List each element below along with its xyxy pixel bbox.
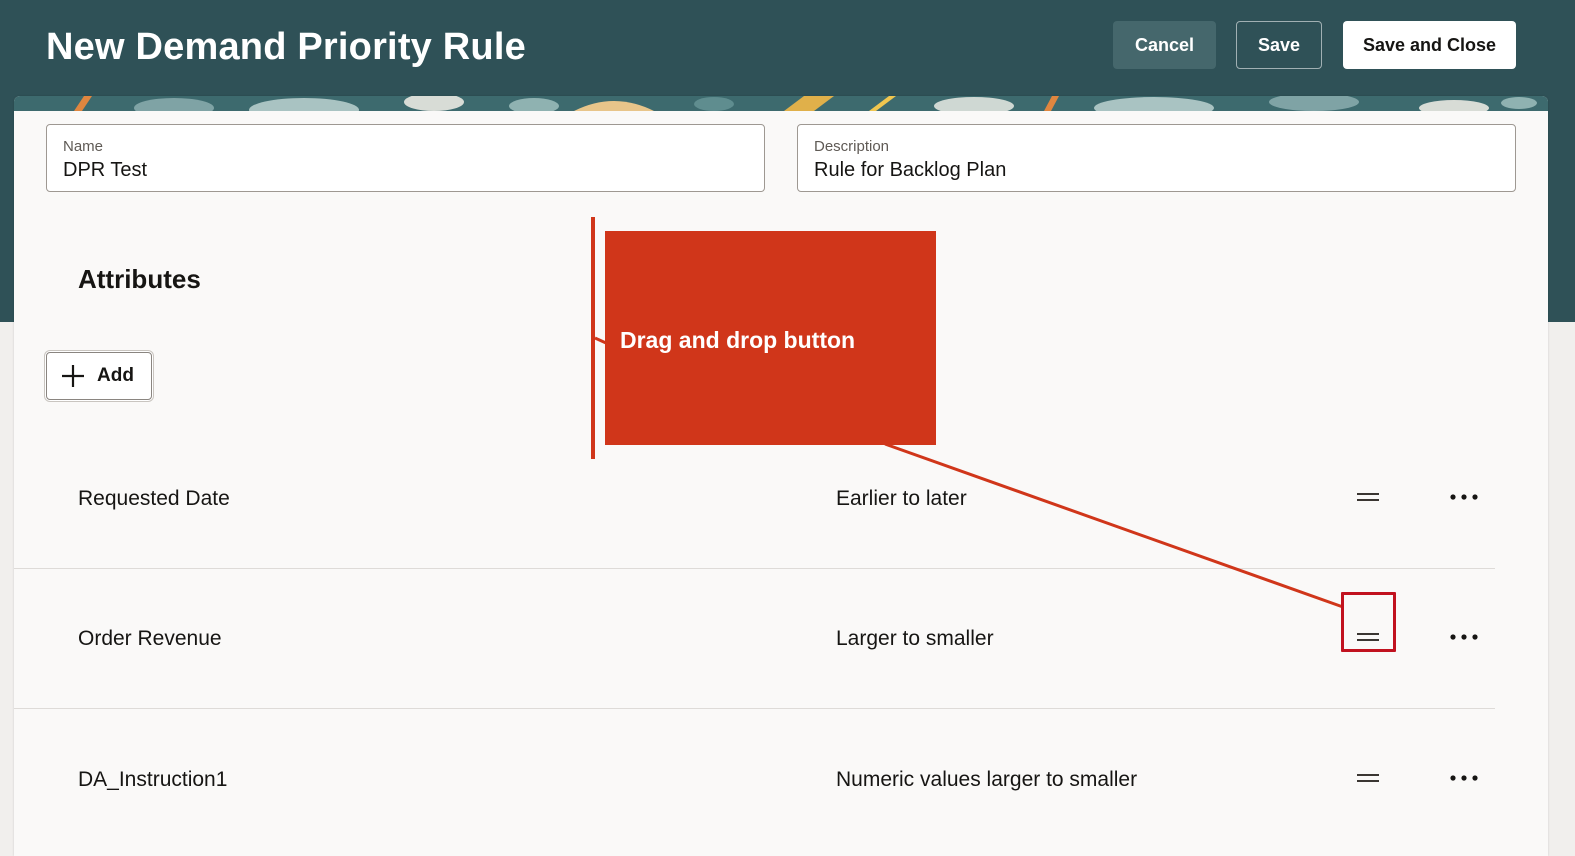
attribute-sort-order[interactable]: Larger to smaller xyxy=(836,627,994,651)
add-label: Add xyxy=(97,365,134,386)
rule-card: Name DPR Test Description Rule for Backl… xyxy=(14,96,1548,856)
decorative-banner xyxy=(14,96,1548,111)
drag-handle-icon[interactable] xyxy=(1352,483,1384,511)
name-input[interactable]: DPR Test xyxy=(63,159,147,182)
attributes-heading: Attributes xyxy=(78,264,201,294)
description-field[interactable]: Description Rule for Backlog Plan xyxy=(797,124,1516,192)
attribute-sort-order[interactable]: Numeric values larger to smaller xyxy=(836,768,1137,792)
callout-box: Drag and drop button xyxy=(605,231,936,445)
description-input[interactable]: Rule for Backlog Plan xyxy=(814,159,1006,182)
name-field[interactable]: Name DPR Test xyxy=(46,124,765,192)
page-title: New Demand Priority Rule xyxy=(46,26,526,68)
drag-handle-icon[interactable] xyxy=(1352,764,1384,792)
highlight-box xyxy=(1341,592,1396,652)
cancel-button[interactable]: Cancel xyxy=(1113,21,1216,69)
plus-icon xyxy=(62,365,84,387)
name-label: Name xyxy=(63,138,104,155)
more-horizontal-icon[interactable] xyxy=(1446,483,1482,511)
save-and-close-button[interactable]: Save and Close xyxy=(1343,21,1516,69)
save-button[interactable]: Save xyxy=(1236,21,1322,69)
attribute-row: Requested Date Earlier to later xyxy=(14,429,1495,569)
attribute-name: Order Revenue xyxy=(78,627,222,650)
attribute-row: DA_Instruction1 Numeric values larger to… xyxy=(14,710,1495,850)
add-attribute-button[interactable]: Add xyxy=(46,352,152,400)
callout-bar xyxy=(591,217,595,459)
more-horizontal-icon[interactable] xyxy=(1446,764,1482,792)
more-horizontal-icon[interactable] xyxy=(1446,623,1482,651)
attribute-sort-order[interactable]: Earlier to later xyxy=(836,487,967,511)
callout-text: Drag and drop button xyxy=(620,327,856,353)
attribute-name: Requested Date xyxy=(78,487,230,510)
description-label: Description xyxy=(814,138,890,155)
attribute-row: Order Revenue Larger to smaller xyxy=(14,569,1495,709)
attribute-name: DA_Instruction1 xyxy=(78,768,228,791)
